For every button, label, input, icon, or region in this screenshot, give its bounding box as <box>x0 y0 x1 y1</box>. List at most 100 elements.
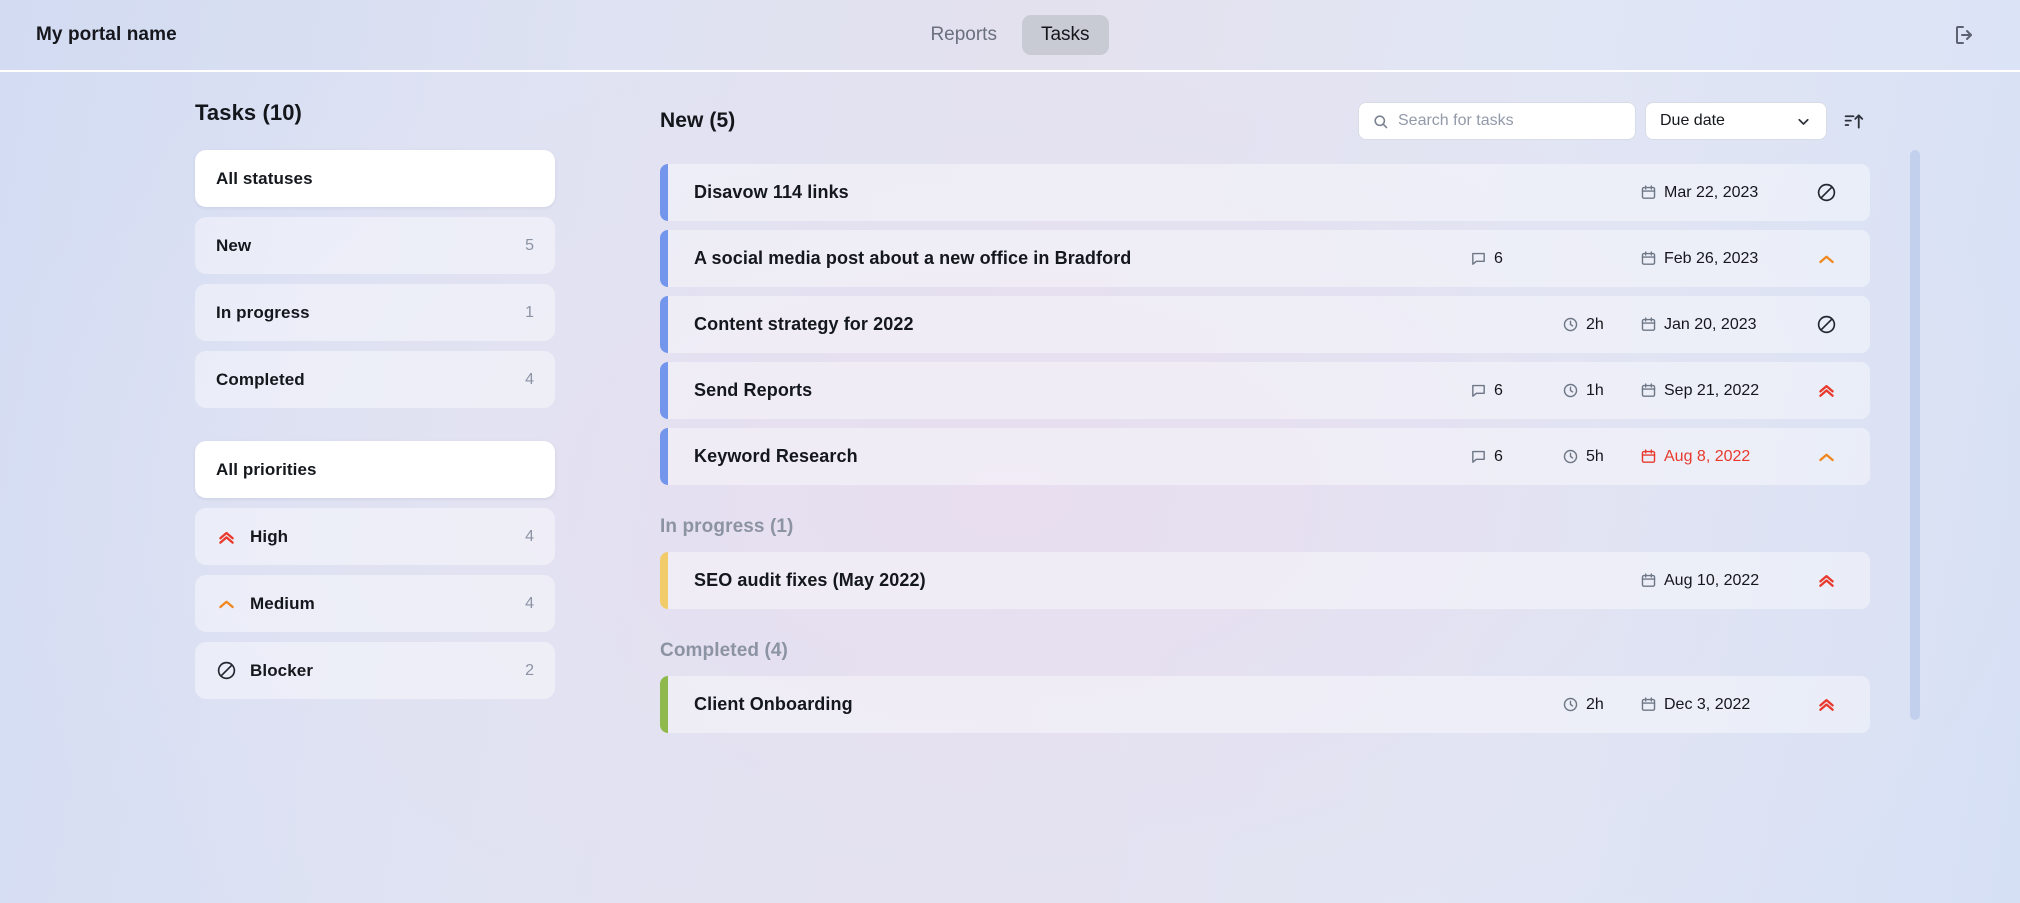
filter-count: 5 <box>525 237 534 255</box>
header-actions <box>1944 15 1984 55</box>
task-title: Content strategy for 2022 <box>694 314 914 335</box>
filter-count: 1 <box>525 304 534 322</box>
task-priority-high-icon <box>1804 380 1848 401</box>
task-row[interactable]: A social media post about a new office i… <box>660 230 1870 287</box>
sidebar-item-blocker[interactable]: Blocker 2 <box>195 642 555 699</box>
task-list-scrollbar[interactable] <box>1910 150 1920 903</box>
sort-ascending-icon <box>1843 111 1864 132</box>
sidebar-item-in-progress[interactable]: In progress 1 <box>195 284 555 341</box>
task-title: Send Reports <box>694 380 812 401</box>
clock-icon <box>1562 382 1579 399</box>
task-meta: 2h Jan 20, 2023 <box>1470 314 1848 335</box>
priority-medium-icon <box>216 593 242 614</box>
task-meta: 6 Feb 26, 2023 <box>1470 248 1848 269</box>
task-time: 1h <box>1562 382 1640 400</box>
sidebar-item-medium[interactable]: Medium 4 <box>195 575 555 632</box>
page-content: Tasks (10) All statuses New 5 In progres… <box>0 72 2020 903</box>
tasks-panel-title: New (5) <box>660 109 735 133</box>
task-group-title: Completed (4) <box>660 640 1870 662</box>
task-row[interactable]: Keyword Research 6 <box>660 428 1870 485</box>
filter-count: 4 <box>525 528 534 546</box>
tab-tasks[interactable]: Tasks <box>1022 15 1109 55</box>
sidebar-item-all-priorities[interactable]: All priorities <box>195 441 555 498</box>
task-meta: Aug 10, 2022 <box>1470 570 1848 591</box>
comment-icon <box>1470 382 1487 399</box>
filter-label: High <box>250 527 288 547</box>
sidebar-title: Tasks (10) <box>195 100 555 126</box>
task-group-in-progress: In progress (1) SEO audit fixes (May 202… <box>660 516 1870 609</box>
search-container[interactable] <box>1358 102 1636 140</box>
filter-label: In progress <box>216 303 310 323</box>
chevron-down-icon <box>1795 113 1812 130</box>
sidebar-item-new[interactable]: New 5 <box>195 217 555 274</box>
task-due-date: Sep 21, 2022 <box>1640 382 1804 400</box>
status-filter-group: All statuses New 5 In progress 1 Complet… <box>195 150 555 408</box>
calendar-icon <box>1640 316 1657 333</box>
task-comments-count: 6 <box>1494 250 1503 268</box>
tasks-toolbar: New (5) Due date <box>660 100 1870 142</box>
tasks-panel: New (5) Due date <box>660 100 2020 903</box>
task-title: Client Onboarding <box>694 694 853 715</box>
task-title: Disavow 114 links <box>694 182 849 203</box>
search-icon <box>1372 113 1389 130</box>
task-priority-medium-icon <box>1804 248 1848 269</box>
calendar-icon <box>1640 382 1657 399</box>
filter-label: All priorities <box>216 460 317 480</box>
calendar-icon <box>1640 250 1657 267</box>
task-row[interactable]: Send Reports 6 <box>660 362 1870 419</box>
priority-filter-group: All priorities High 4 Medium <box>195 441 555 699</box>
calendar-icon <box>1640 572 1657 589</box>
sort-direction-button[interactable] <box>1836 104 1870 138</box>
task-due-date-text: Mar 22, 2023 <box>1664 184 1758 202</box>
priority-high-icon <box>216 526 242 547</box>
task-row[interactable]: Disavow 114 links Mar 22, 2023 <box>660 164 1870 221</box>
task-due-date-text: Aug 8, 2022 <box>1664 448 1750 466</box>
task-group-completed: Completed (4) Client Onboarding 2h <box>660 640 1870 733</box>
toolbar-controls: Due date <box>1358 102 1870 140</box>
filter-label: Blocker <box>250 661 313 681</box>
sidebar-item-high[interactable]: High 4 <box>195 508 555 565</box>
task-due-date: Dec 3, 2022 <box>1640 696 1804 714</box>
task-priority-blocker-icon <box>1804 314 1848 335</box>
task-meta: 6 5h <box>1470 446 1848 467</box>
task-comments: 6 <box>1470 250 1562 268</box>
priority-blocker-icon <box>216 660 242 681</box>
comment-icon <box>1470 448 1487 465</box>
task-due-date-text: Dec 3, 2022 <box>1664 696 1750 714</box>
task-comments-count: 6 <box>1494 448 1503 466</box>
clock-icon <box>1562 696 1579 713</box>
logout-button[interactable] <box>1944 15 1984 55</box>
task-title: A social media post about a new office i… <box>694 248 1131 269</box>
tab-reports[interactable]: Reports <box>911 15 1016 55</box>
app-header: My portal name Reports Tasks <box>0 0 2020 72</box>
filter-label: Medium <box>250 594 315 614</box>
calendar-icon <box>1640 696 1657 713</box>
task-due-date: Feb 26, 2023 <box>1640 250 1804 268</box>
sort-field-value: Due date <box>1660 112 1725 130</box>
task-meta: 6 1h <box>1470 380 1848 401</box>
sidebar-item-completed[interactable]: Completed 4 <box>195 351 555 408</box>
calendar-icon <box>1640 184 1657 201</box>
task-due-date-text: Feb 26, 2023 <box>1664 250 1758 268</box>
task-row[interactable]: Content strategy for 2022 2h <box>660 296 1870 353</box>
sort-field-select[interactable]: Due date <box>1645 102 1827 140</box>
filter-count: 2 <box>525 662 534 680</box>
task-priority-medium-icon <box>1804 446 1848 467</box>
sidebar-item-all-statuses[interactable]: All statuses <box>195 150 555 207</box>
filter-label: Completed <box>216 370 305 390</box>
logout-icon <box>1952 23 1976 47</box>
task-meta: Mar 22, 2023 <box>1470 182 1848 203</box>
task-due-date-text: Sep 21, 2022 <box>1664 382 1759 400</box>
calendar-icon <box>1640 448 1657 465</box>
filter-count: 4 <box>525 595 534 613</box>
search-input[interactable] <box>1398 112 1622 130</box>
task-time-text: 2h <box>1586 316 1604 334</box>
task-row[interactable]: SEO audit fixes (May 2022) Aug 10, 2022 <box>660 552 1870 609</box>
main-nav: Reports Tasks <box>0 15 2020 55</box>
task-row[interactable]: Client Onboarding 2h <box>660 676 1870 733</box>
task-comments-count: 6 <box>1494 382 1503 400</box>
comment-icon <box>1470 250 1487 267</box>
scrollbar-thumb[interactable] <box>1910 150 1920 720</box>
task-time-text: 5h <box>1586 448 1604 466</box>
portal-brand-title: My portal name <box>36 24 177 46</box>
